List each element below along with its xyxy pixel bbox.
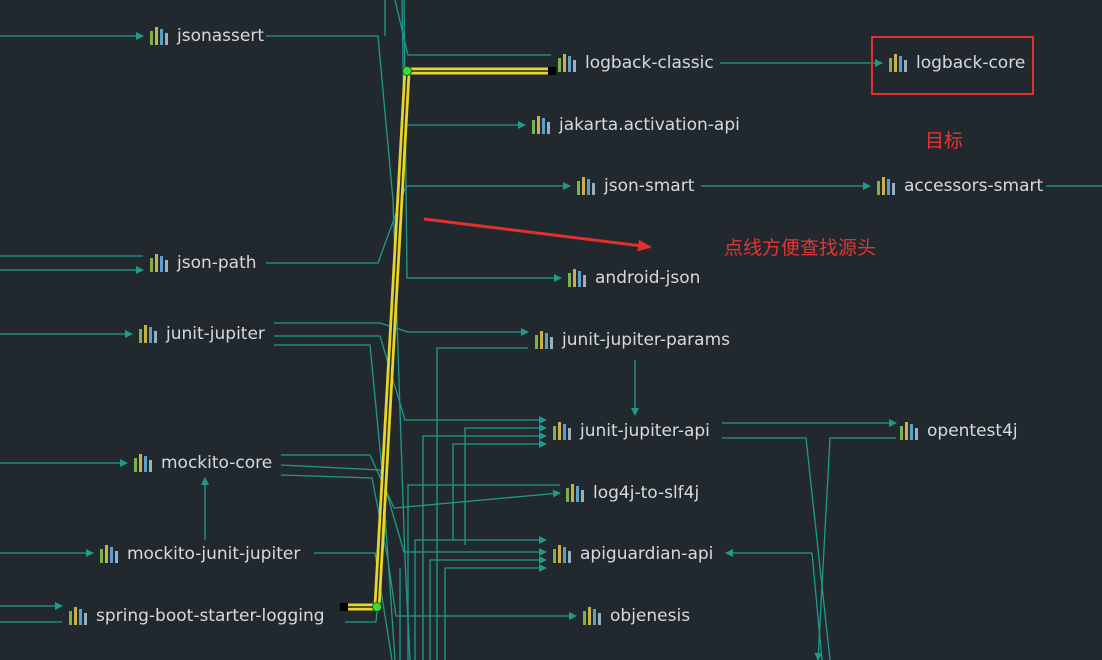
node-label: jsonassert [177,26,265,46]
library-icon [566,484,584,502]
library-icon [877,177,895,195]
node-log4j-to-slf4j[interactable]: log4j-to-slf4j [565,483,699,503]
node-accessors-smart[interactable]: accessors-smart [876,176,1043,196]
dependency-edge [722,437,831,660]
node-jsonassert[interactable]: jsonassert [149,26,264,46]
highlighted-path-core [346,70,548,608]
node-opentest4j[interactable]: opentest4j [899,421,1018,441]
node-objenesis[interactable]: objenesis [582,606,690,626]
dependency-edge [444,564,547,660]
node-label: logback-classic [585,53,714,73]
library-icon [583,607,601,625]
annotation-arrow [423,217,652,252]
library-icon [535,331,553,349]
node-android-json[interactable]: android-json [567,268,700,288]
dependency-edge [436,347,528,660]
dependency-edge [403,0,562,282]
library-icon [553,422,571,440]
node-apiguardian-api[interactable]: apiguardian-api [552,544,713,564]
dependency-edge [422,432,547,660]
library-icon [134,454,152,472]
node-label: objenesis [610,606,691,626]
dependency-edge [429,556,547,660]
node-label: log4j-to-slf4j [593,483,700,503]
dependency-edge [464,424,547,545]
dependency-edge [407,484,560,660]
node-json-smart[interactable]: json-smart [576,176,694,196]
path-joint-dot [372,602,382,612]
node-spring-boot-starter-logging[interactable]: spring-boot-starter-logging [68,606,325,626]
library-icon [553,545,571,563]
node-label: jakarta.activation-api [559,115,740,135]
dependency-edge [280,464,547,556]
library-icon [150,27,168,45]
node-json-path[interactable]: json-path [149,253,257,273]
node-label: json-path [177,253,257,273]
dependency-edge [814,437,896,660]
node-label: opentest4j [927,421,1018,441]
library-icon [532,116,550,134]
node-junit-jupiter[interactable]: junit-jupiter [138,324,265,344]
node-logback-classic[interactable]: logback-classic [557,53,714,73]
dependency-edge [401,0,526,129]
node-logback-core[interactable]: logback-core [888,53,1025,73]
library-icon [889,54,907,72]
path-endpoint-handle[interactable] [548,67,556,75]
library-icon [69,607,87,625]
node-label: android-json [595,268,701,288]
library-icon [568,269,586,287]
library-icon [100,545,118,563]
target-annotation: 目标 [925,130,964,152]
path-joint-dot [402,66,412,76]
dependency-edge [266,182,571,264]
dependency-edge [274,322,529,336]
node-label: spring-boot-starter-logging [96,606,325,626]
node-label: mockito-core [161,453,273,473]
node-label: mockito-junit-jupiter [127,544,301,564]
hint-annotation: 点线方便查找源头 [724,237,877,259]
node-label: junit-jupiter-params [562,330,730,350]
library-icon [558,54,576,72]
dependency-edge [394,0,551,56]
dependency-graph: 目标 点线方便查找源头 jsonassert json-path junit-jup… [0,0,1102,660]
node-label: junit-jupiter-api [580,421,710,441]
node-label: apiguardian-api [580,544,714,564]
node-label: junit-jupiter [166,324,265,344]
dependency-edge [452,440,547,540]
dependency-edge [281,454,561,509]
node-mockito-core[interactable]: mockito-core [133,453,272,473]
node-label: logback-core [916,53,1026,73]
highlighted-path[interactable] [346,67,548,611]
library-icon [150,254,168,272]
library-icon [139,325,157,343]
node-junit-jupiter-api[interactable]: junit-jupiter-api [552,421,710,441]
node-jakarta-activation-api[interactable]: jakarta.activation-api [531,115,740,135]
library-icon [900,422,918,440]
node-label: json-smart [604,176,695,196]
node-mockito-junit-jupiter[interactable]: mockito-junit-jupiter [99,544,300,564]
library-icon [577,177,595,195]
dependency-edge [414,536,547,660]
node-junit-jupiter-params[interactable]: junit-jupiter-params [534,330,730,350]
node-label: accessors-smart [904,176,1044,196]
path-endpoint-handle[interactable] [340,603,348,611]
